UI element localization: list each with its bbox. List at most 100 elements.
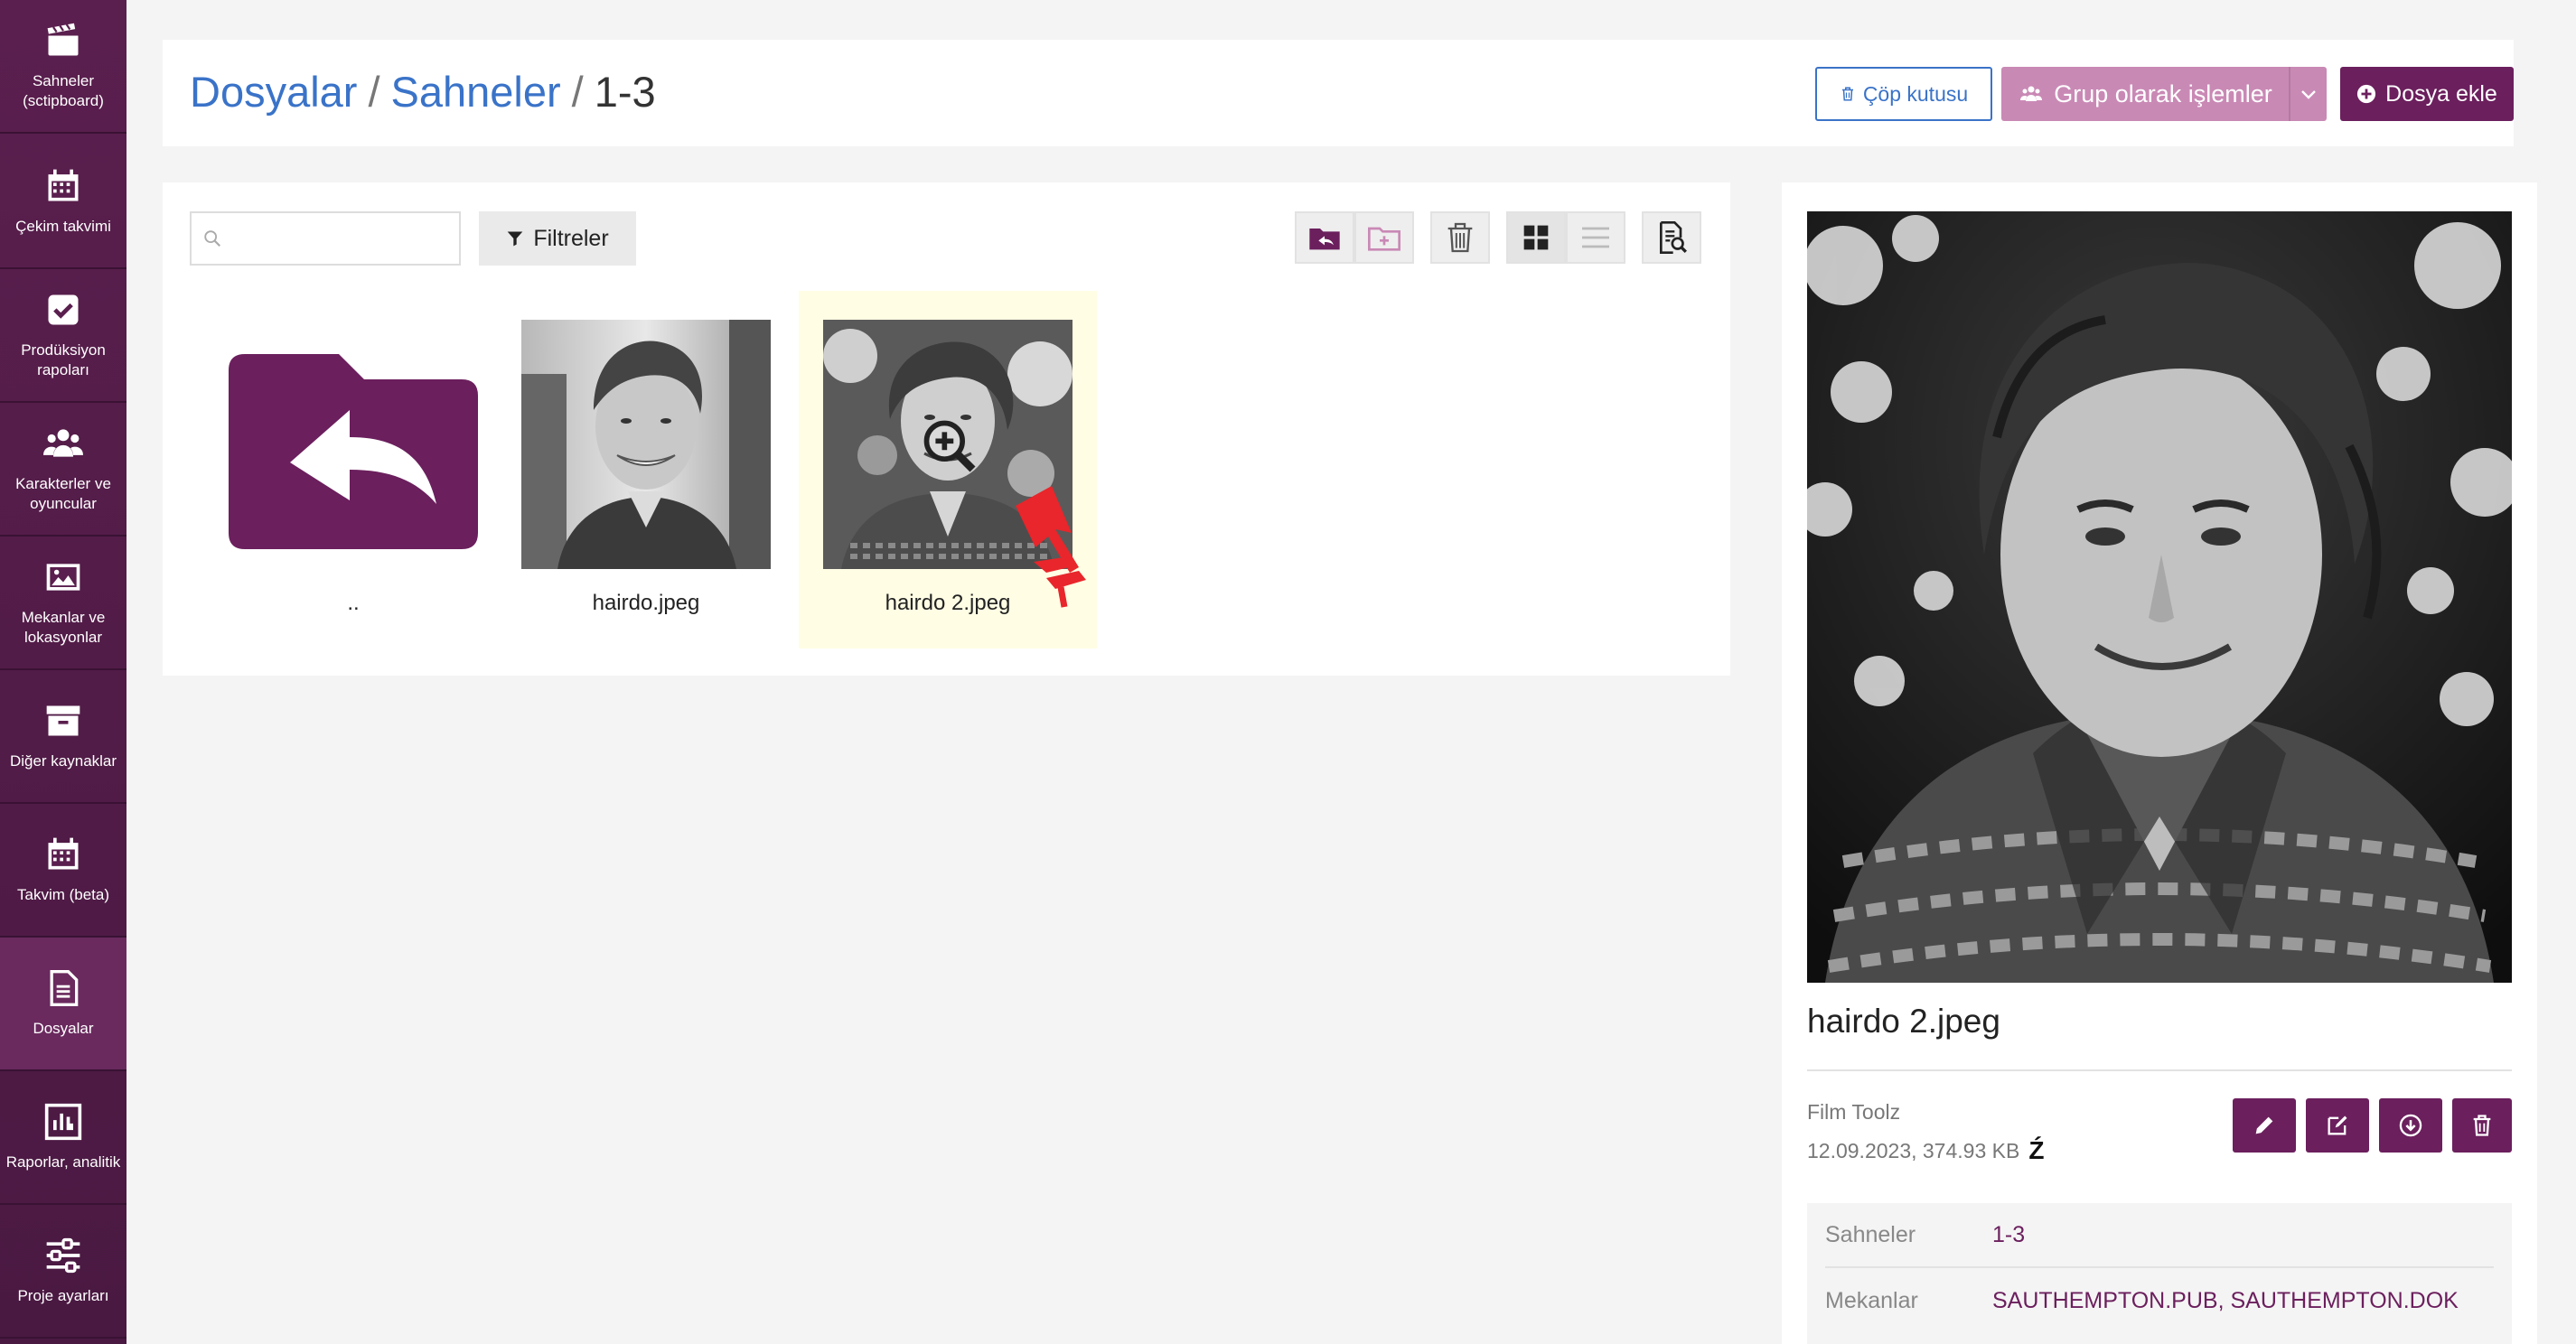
- new-folder-button[interactable]: [1354, 211, 1414, 264]
- file-icon: [50, 970, 79, 1006]
- breadcrumb-files[interactable]: Dosyalar: [190, 68, 357, 116]
- sidebar-item-label: Sahneler (sctipboard): [23, 72, 104, 109]
- users-icon: [43, 429, 83, 457]
- trash-button-label: Çöp kutusu: [1862, 81, 1969, 106]
- trash-icon: [2473, 1115, 2491, 1136]
- grid-view-button[interactable]: [1506, 211, 1566, 264]
- users-icon: [2020, 86, 2043, 101]
- sidebar-item-label: Çekim takvimi: [15, 218, 111, 235]
- chevron-down-icon: [2301, 90, 2316, 99]
- thumbnail: [229, 320, 478, 569]
- plus-circle-icon: [2357, 84, 2376, 104]
- breadcrumb-current: 1-3: [594, 68, 656, 116]
- check-square-icon: [48, 294, 79, 325]
- folder-back-icon: [1309, 229, 1340, 250]
- divider: [1807, 1069, 2512, 1071]
- folder-up-button[interactable]: [1295, 211, 1354, 264]
- sidebar-item-label: Mekanlar ve lokasyonlar: [21, 609, 106, 646]
- cursor-pointer-icon: [1016, 486, 1086, 608]
- calendar-icon: [48, 837, 79, 870]
- group-actions-caret[interactable]: [2289, 67, 2327, 121]
- clapperboard-icon: [47, 23, 79, 56]
- sidebar-item-production-reports[interactable]: Prodüksiyon rapoları: [0, 269, 126, 403]
- download-button[interactable]: [2379, 1098, 2442, 1153]
- sidebar-item-files[interactable]: Dosyalar: [0, 938, 126, 1071]
- filters-button[interactable]: Filtreler: [479, 211, 636, 266]
- sidebar-item-shooting-schedule[interactable]: Çekim takvimi: [0, 135, 126, 269]
- add-file-button[interactable]: Dosya ekle: [2340, 67, 2514, 121]
- file-owner: Film Toolz: [1807, 1100, 1901, 1124]
- breadcrumb-scenes[interactable]: Sahneler: [391, 68, 561, 116]
- sidebar-item-label: Karakterler ve oyuncular: [15, 475, 111, 512]
- zoom-in-icon[interactable]: [919, 415, 980, 477]
- sidebar-item-calendar-beta[interactable]: Takvim (beta): [0, 804, 126, 938]
- rename-button[interactable]: [2233, 1098, 2296, 1153]
- sidebar-item-reports[interactable]: Raporlar, analitik: [0, 1071, 126, 1205]
- property-row: Mekanlar SAUTHEMPTON.PUB, SAUTHEMPTON.DO…: [1825, 1268, 2494, 1333]
- property-value-link[interactable]: 1-3: [1992, 1222, 2025, 1248]
- image-preview: [1807, 211, 2512, 983]
- filters-label: Filtreler: [533, 225, 609, 251]
- calendar-icon: [48, 169, 79, 201]
- sidebar-item-characters[interactable]: Karakterler ve oyuncular: [0, 403, 126, 537]
- file-title: hairdo 2.jpeg: [1807, 1003, 2000, 1040]
- file-name: ..: [347, 591, 360, 615]
- trash-button[interactable]: Çöp kutusu: [1815, 67, 1992, 121]
- sidebar: Sahneler (sctipboard) Çekim takvimi Prod…: [0, 0, 126, 1344]
- delete-file-button[interactable]: [2452, 1098, 2512, 1153]
- preview-button[interactable]: [1642, 211, 1701, 264]
- sliders-icon: [46, 1237, 80, 1274]
- file-browser: Filtreler .. hairdo.jpeg hairdo 2.jpeg: [163, 182, 1730, 676]
- sidebar-item-scenes[interactable]: Sahneler (sctipboard): [0, 0, 126, 134]
- group-actions-label: Grup olarak işlemler: [2054, 79, 2272, 107]
- sidebar-item-project-settings[interactable]: Proje ayarları: [0, 1205, 126, 1339]
- breadcrumb: Dosyalar / Sahneler/1-3: [190, 67, 656, 117]
- page-header: Dosyalar / Sahneler/1-3 Çöp kutusu Grup ol…: [163, 40, 2514, 146]
- document-search-icon: [1660, 221, 1688, 254]
- search-box[interactable]: [190, 211, 461, 266]
- download-icon: [2399, 1114, 2422, 1137]
- sidebar-item-locations[interactable]: Mekanlar ve lokasyonlar: [0, 537, 126, 670]
- search-icon: [204, 230, 221, 247]
- filter-icon: [507, 231, 523, 247]
- file-detail-panel: hairdo 2.jpeg Film Toolz 12.09.2023, 374…: [1782, 182, 2537, 1344]
- grid-icon: [1523, 225, 1549, 250]
- breadcrumb-separator: /: [368, 68, 380, 116]
- delete-button[interactable]: [1430, 211, 1490, 264]
- sidebar-item-label: Diğer kaynaklar: [9, 752, 117, 770]
- group-actions-button[interactable]: Grup olarak işlemler: [2001, 67, 2289, 121]
- trash-icon: [1841, 87, 1853, 101]
- sidebar-item-label: Prodüksiyon rapoları: [21, 341, 106, 378]
- file-tile-parent[interactable]: ..: [204, 291, 502, 649]
- portrait-thumbnail: [521, 320, 771, 569]
- file-date-size: 12.09.2023, 374.93 KB: [1807, 1138, 2020, 1162]
- pencil-icon: [2255, 1116, 2273, 1134]
- property-key: Mekanlar: [1825, 1287, 1918, 1313]
- edit-icon: [2328, 1115, 2347, 1135]
- property-key: Sahneler: [1825, 1221, 1916, 1247]
- edit-button[interactable]: [2306, 1098, 2369, 1153]
- image-icon: [46, 564, 80, 591]
- trash-icon: [1447, 222, 1473, 253]
- property-row: Sahneler 1-3: [1825, 1203, 2494, 1268]
- archive-icon: [46, 705, 80, 736]
- list-view-button[interactable]: [1566, 211, 1625, 264]
- sidebar-item-label: Proje ayarları: [17, 1287, 109, 1304]
- list-icon: [1582, 227, 1609, 248]
- breadcrumb-separator: /: [571, 68, 584, 116]
- portrait-preview: [1807, 211, 2512, 983]
- sidebar-item-label: Dosyalar: [33, 1020, 94, 1037]
- folder-plus-icon: [1368, 227, 1400, 251]
- sidebar-item-label: Raporlar, analitik: [5, 1153, 121, 1171]
- bar-chart-icon: [44, 1103, 82, 1141]
- property-value-link[interactable]: SAUTHEMPTON.PUB, SAUTHEMPTON.DOK: [1992, 1288, 2459, 1314]
- file-tile[interactable]: hairdo.jpeg: [497, 291, 795, 649]
- add-file-label: Dosya ekle: [2385, 80, 2497, 107]
- folder-back-icon: [229, 354, 478, 549]
- search-input[interactable]: [231, 220, 448, 257]
- sidebar-item-label: Takvim (beta): [16, 886, 110, 903]
- group-actions-dropdown[interactable]: Grup olarak işlemler: [2001, 67, 2327, 121]
- thumbnail: [521, 320, 771, 569]
- sidebar-item-other-resources[interactable]: Diğer kaynaklar: [0, 670, 126, 804]
- file-name: hairdo.jpeg: [592, 591, 700, 615]
